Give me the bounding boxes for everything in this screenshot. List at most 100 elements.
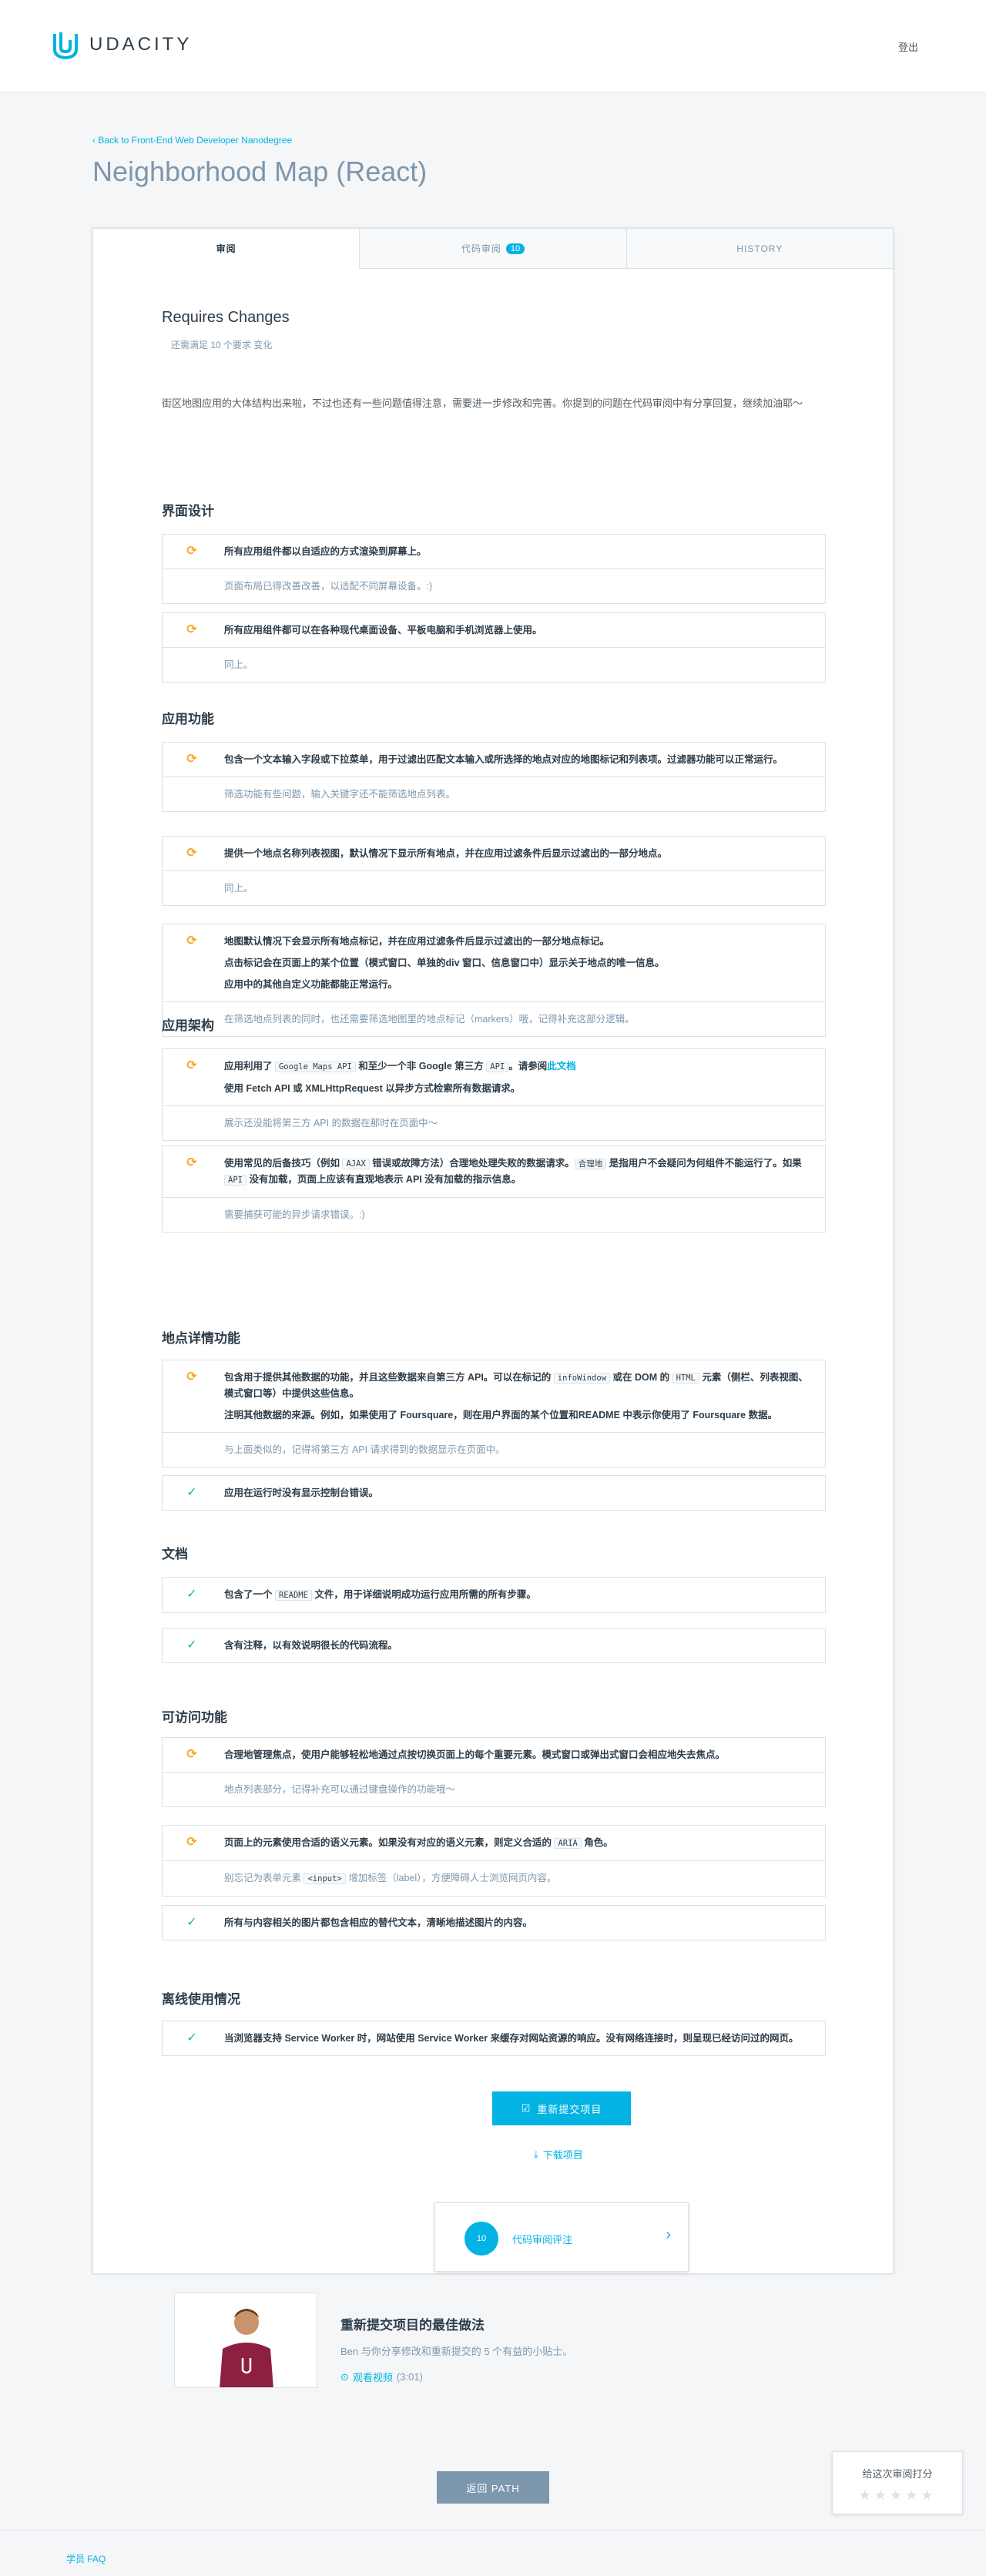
reviewer-note: 地点列表部分，记得补充可以通过键盘操作的功能哦～	[163, 1772, 825, 1806]
presenter-illustration	[175, 2293, 317, 2387]
criteria-text: 合理地管理焦点，使用户能够轻松地通过点按切换页面上的每个重要元素。模式窗口或弹出…	[224, 1749, 726, 1760]
tab-code-review[interactable]: 代码审阅 10	[359, 229, 626, 268]
watch-video-link[interactable]: ⊙ 观看视频 (3:01)	[340, 2370, 423, 2384]
udacity-logo[interactable]: UDACITY	[52, 29, 192, 60]
udacity-logo-icon	[53, 32, 78, 60]
video-duration: (3:01)	[396, 2371, 423, 2383]
rubric-criteria: ⟳ 地图默认情况下会显示所有地点标记，并在应用过滤条件后显示过滤出的一部分地点标记…	[163, 924, 825, 1001]
download-label: 下载项目	[542, 2149, 583, 2161]
section-title: 可访问功能	[162, 1710, 227, 1725]
back-to-nanodegree-link[interactable]: ‹ Back to Front-End Web Developer Nanode…	[92, 135, 292, 146]
criteria-text: 应用中的其他自定义功能都能正常运行。	[224, 979, 398, 990]
reviewer-note: 页面布局已得改善改善，以适配不同屏幕设备。:)	[163, 569, 825, 603]
reviewer-note: 与上面类似的，记得将第三方 API 请求得到的数据显示在页面中。	[163, 1432, 825, 1467]
rubric-criteria: ⟳ 所有应用组件都可以在各种现代桌面设备、平板电脑和手机浏览器上使用。	[163, 613, 825, 647]
review-status-title: Requires Changes	[162, 309, 290, 326]
criteria-text: 应用利用了 Google Maps API 和至少一个非 Google 第三方 …	[224, 1061, 576, 1072]
logout-link[interactable]: 登出	[898, 39, 918, 54]
reviewer-note: 别忘记为表单元素 <input> 增加标签（label），方便障碍人士浏览网页内…	[163, 1860, 825, 1896]
code-review-comments-card[interactable]: 10 代码审阅评注 ›	[434, 2202, 689, 2272]
rubric-criteria: ✓ 当浏览器支持 Service Worker 时，网站使用 Service Wo…	[163, 2021, 825, 2055]
rubric-item: ⟳ 地图默认情况下会显示所有地点标记，并在应用过滤条件后显示过滤出的一部分地点标记…	[162, 924, 826, 1037]
criteria-text: 所有与内容相关的图片都包含相应的替代文本，清晰地描述图片的内容。	[224, 1917, 533, 1928]
review-content: Requires Changes 还需满足 10 个要求 变化 街区地图应用的大…	[162, 269, 826, 2272]
resubmit-icon: ☑	[521, 2102, 532, 2114]
rubric-criteria: ⟳ 所有应用组件都以自适应的方式渲染到屏幕上。	[163, 535, 825, 569]
best-practices-subtitle: Ben 与你分享修改和重新提交的 5 个有益的小贴士。	[340, 2346, 573, 2357]
rubric-item: ✓ 含有注释，以有效说明很长的代码流程。	[162, 1628, 826, 1663]
reviewer-note: 需要捕获可能的异步请求错误。:)	[163, 1197, 825, 1232]
criteria-text: 地图默认情况下会显示所有地点标记，并在应用过滤条件后显示过滤出的一部分地点标记。	[224, 936, 610, 947]
rubric-item: ⟳ 页面上的元素使用合适的语义元素。如果没有对应的语义元素，则定义合适的 ARIA…	[162, 1825, 826, 1897]
rubric-criteria: ⟳ 合理地管理焦点，使用户能够轻松地通过点按切换页面上的每个重要元素。模式窗口或弹…	[163, 1738, 825, 1772]
requires-changes-icon: ⟳	[186, 545, 197, 558]
check-icon: ✓	[186, 1639, 197, 1652]
play-icon: ⊙	[340, 2370, 349, 2383]
requires-changes-icon: ⟳	[186, 1836, 197, 1849]
rubric-criteria: ⟳ 提供一个地点名称列表视图，默认情况下显示所有地点，并在应用过滤条件后显示过滤出…	[163, 837, 825, 870]
rubric-item: ⟳ 所有应用组件都以自适应的方式渲染到屏幕上。页面布局已得改善改善，以适配不同屏幕…	[162, 534, 826, 604]
review-tabs: 审阅 代码审阅 10 HISTORY	[93, 229, 893, 269]
rubric-criteria: ⟳ 使用常见的后备技巧（例如 AJAX 错误或故障方法）合理地处理失败的数据请求。…	[163, 1146, 825, 1197]
top-header: UDACITY 登出	[0, 0, 986, 92]
criteria-text: 所有应用组件都以自适应的方式渲染到屏幕上。	[224, 546, 427, 557]
requires-changes-icon: ⟳	[186, 1059, 197, 1072]
star-rating[interactable]: ★★★★★	[833, 2487, 962, 2504]
watch-video-label: 观看视频	[352, 2372, 393, 2383]
review-summary: 街区地图应用的大体结构出来啦，不过也还有一些问题值得注意，需要进一步修改和完善。…	[162, 397, 803, 409]
rate-review-widget: 给这次审阅打分 ★★★★★	[832, 2451, 963, 2514]
student-faq-link[interactable]: 学员 FAQ	[66, 2552, 106, 2565]
check-icon: ✓	[186, 1588, 197, 1601]
rubric-item: ⟳ 使用常见的后备技巧（例如 AJAX 错误或故障方法）合理地处理失败的数据请求。…	[162, 1145, 826, 1233]
criteria-text: 提供一个地点名称列表视图，默认情况下显示所有地点，并在应用过滤条件后显示过滤出的…	[224, 848, 668, 859]
section-title: 离线使用情况	[162, 1992, 240, 2007]
download-project-link[interactable]: ⤓ 下载项目	[534, 2147, 583, 2162]
criteria-text: 点击标记会在页面上的某个位置（模式窗口、单独的div 窗口、信息窗口中）显示关于…	[224, 958, 665, 968]
section-title: 应用功能	[162, 712, 214, 726]
rubric-criteria: ✓ 应用在运行时没有显示控制台错误。	[163, 1476, 825, 1510]
rubric-criteria: ✓ 含有注释，以有效说明很长的代码流程。	[163, 1628, 825, 1662]
rubric-criteria: ✓ 所有与内容相关的图片都包含相应的替代文本，清晰地描述图片的内容。	[163, 1906, 825, 1940]
return-to-path-button[interactable]: 返回 PATH	[437, 2471, 549, 2504]
criteria-text: 页面上的元素使用合适的语义元素。如果没有对应的语义元素，则定义合适的 ARIA …	[224, 1837, 613, 1849]
criteria-text: 含有注释，以有效说明很长的代码流程。	[224, 1640, 398, 1651]
criteria-text: 使用 Fetch API 或 XMLHttpRequest 以异步方式检索所有数…	[224, 1083, 521, 1094]
comments-label: 代码审阅评注	[512, 2234, 573, 2246]
rubric-item: ⟳ 提供一个地点名称列表视图，默认情况下显示所有地点，并在应用过滤条件后显示过滤出…	[162, 836, 826, 906]
rubric-item: ⟳ 所有应用组件都可以在各种现代桌面设备、平板电脑和手机浏览器上使用。 同上。	[162, 612, 826, 683]
download-icon: ⤓	[534, 2148, 538, 2160]
review-card: 审阅 代码审阅 10 HISTORY Requires Changes 还需满足…	[92, 228, 894, 2274]
requires-changes-icon: ⟳	[186, 934, 197, 948]
section-title: 应用架构	[162, 1018, 214, 1033]
reviewer-note: 同上。	[163, 647, 825, 682]
criteria-text: 使用常见的后备技巧（例如 AJAX 错误或故障方法）合理地处理失败的数据请求。合…	[224, 1158, 802, 1186]
rubric-item: ⟳ 包含用于提供其他数据的功能，并且这些数据来自第三方 API。可以在标记的 in…	[162, 1360, 826, 1467]
rate-review-label: 给这次审阅打分	[862, 2468, 933, 2480]
tab-review[interactable]: 审阅	[93, 229, 360, 269]
tab-code-review-label: 代码审阅	[461, 243, 501, 254]
page-footer: 学员 FAQ	[0, 2530, 986, 2576]
tab-history[interactable]: HISTORY	[625, 229, 893, 268]
rubric-item: ⟳ 合理地管理焦点，使用户能够轻松地通过点按切换页面上的每个重要元素。模式窗口或弹…	[162, 1737, 826, 1807]
reviewer-note: 同上。	[163, 870, 825, 905]
criteria-text: 包含了一个 README 文件，用于详细说明成功运行应用所需的所有步骤。	[224, 1589, 536, 1601]
video-thumbnail[interactable]	[174, 2293, 317, 2388]
section-title: 文档	[162, 1547, 188, 1561]
rubric-item: ✓ 当浏览器支持 Service Worker 时，网站使用 Service Wo…	[162, 2021, 826, 2056]
resubmit-project-button[interactable]: ☑ 重新提交项目	[492, 2091, 631, 2125]
rubric-criteria: ⟳ 页面上的元素使用合适的语义元素。如果没有对应的语义元素，则定义合适的 ARIA…	[163, 1826, 825, 1860]
requires-changes-icon: ⟳	[186, 1156, 197, 1169]
rubric-item: ✓ 包含了一个 README 文件，用于详细说明成功运行应用所需的所有步骤。	[162, 1577, 826, 1613]
criteria-text: 包含用于提供其他数据的功能，并且这些数据来自第三方 API。可以在标记的 inf…	[224, 1372, 808, 1399]
rubric-criteria: ⟳ 应用利用了 Google Maps API 和至少一个非 Google 第三方…	[163, 1049, 825, 1105]
rubric-item: ✓ 所有与内容相关的图片都包含相应的替代文本，清晰地描述图片的内容。	[162, 1905, 826, 1940]
check-icon: ✓	[186, 1916, 197, 1929]
section-title: 地点详情功能	[162, 1331, 240, 1346]
section-title: 界面设计	[162, 504, 214, 518]
criteria-text: 应用在运行时没有显示控制台错误。	[224, 1488, 379, 1498]
rubric-item: ⟳ 应用利用了 Google Maps API 和至少一个非 Google 第三方…	[162, 1048, 826, 1141]
requires-changes-icon: ⟳	[186, 623, 197, 636]
brand-name: UDACITY	[89, 34, 193, 55]
rubric-criteria: ⟳ 包含用于提供其他数据的功能，并且这些数据来自第三方 API。可以在标记的 in…	[163, 1360, 825, 1432]
requires-changes-icon: ⟳	[186, 1370, 197, 1384]
